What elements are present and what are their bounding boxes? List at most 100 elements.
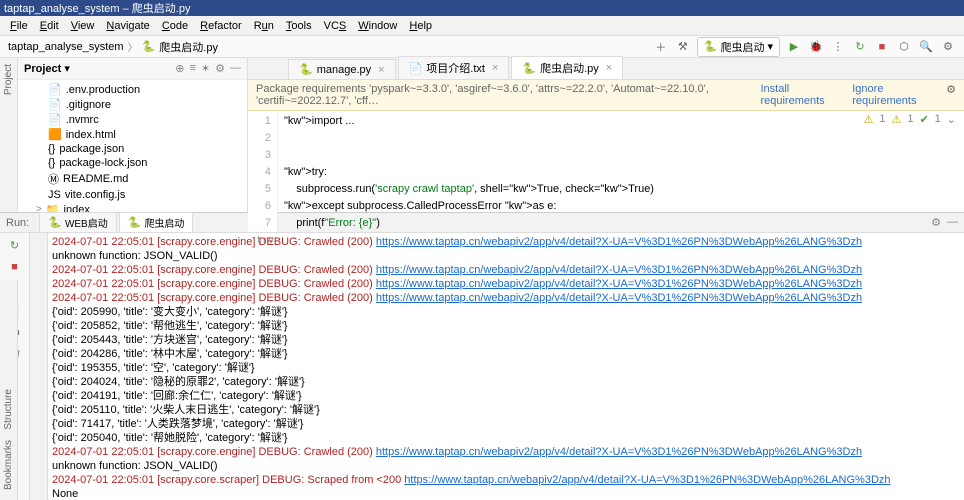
run-tab[interactable]: 🐍WEB启动: [39, 212, 116, 233]
console-line: {'oid': 205110, 'title': '火柴人末日逃生', 'cat…: [52, 403, 960, 417]
url-link[interactable]: https://www.taptap.cn/webapiv2/app/v4/de…: [376, 264, 862, 276]
url-link[interactable]: https://www.taptap.cn/webapiv2/app/v4/de…: [404, 474, 890, 486]
url-link[interactable]: https://www.taptap.cn/webapiv2/app/v4/de…: [376, 446, 862, 458]
py-icon: 🐍: [299, 63, 313, 76]
project-pane: Project ▾ ⊕ ≡ ✶ ⚙ — 📄.env.production📄.gi…: [18, 58, 248, 212]
breadcrumb-project[interactable]: taptap_analyse_system: [8, 41, 124, 53]
menu-run[interactable]: Run: [248, 20, 280, 32]
console-line: {'oid': 204191, 'title': '回廊:余仁仁', 'cate…: [52, 389, 960, 403]
expand-icon[interactable]: ≡: [189, 62, 195, 75]
run-tab[interactable]: 🐍爬虫启动: [119, 212, 194, 233]
ignore-requirements-link[interactable]: Ignore requirements: [852, 83, 936, 107]
menu-file[interactable]: File: [4, 20, 34, 32]
settings-icon[interactable]: ⚙: [215, 62, 225, 75]
console-line: {'oid': 71417, 'title': '人类跌落梦境', 'categ…: [52, 417, 960, 431]
chevron-right-icon: 〉: [128, 39, 138, 54]
console-line: unknown function: JSON_VALID(): [52, 459, 960, 473]
run-config-selector[interactable]: 🐍 爬虫启动 ▾: [697, 37, 780, 57]
project-tool-tab[interactable]: Project: [3, 64, 14, 95]
menu-edit[interactable]: Edit: [34, 20, 65, 32]
python-icon: 🐍: [128, 216, 142, 229]
close-icon[interactable]: ×: [606, 62, 612, 74]
console-line: 2024-07-01 22:05:01 [scrapy.core.engine]…: [52, 277, 960, 291]
menu-help[interactable]: Help: [403, 20, 438, 32]
more-run-icon[interactable]: ⋮: [830, 39, 846, 55]
search-icon[interactable]: 🔍: [918, 39, 934, 55]
editor-tab[interactable]: 📄项目介绍.txt×: [398, 56, 510, 79]
warning-icon: ⚠: [863, 113, 873, 126]
debug-button[interactable]: 🐞: [808, 39, 824, 55]
menu-vcs[interactable]: VCS: [318, 20, 353, 32]
git-icon[interactable]: ⬡: [896, 39, 912, 55]
project-header: Project ▾: [24, 62, 70, 75]
select-opened-icon[interactable]: ⊕: [175, 62, 184, 75]
chevron-up-icon: ⌄: [947, 113, 956, 126]
structure-tool-tab[interactable]: Structure: [3, 389, 14, 430]
menu-tools[interactable]: Tools: [280, 20, 318, 32]
run-label: Run:: [6, 217, 29, 229]
stop-button[interactable]: ■: [7, 259, 23, 275]
file-icon: 📄: [48, 83, 62, 96]
console-line: 2024-07-01 22:05:01 [scrapy.core.engine]…: [52, 235, 960, 249]
python-icon: 🐍: [48, 216, 62, 229]
chevron-down-icon: ▾: [767, 40, 773, 53]
console-line: 2024-07-01 22:05:01 [scrapy.core.engine]…: [52, 263, 960, 277]
editor-tab[interactable]: 🐍爬虫启动.py×: [511, 56, 623, 79]
url-link[interactable]: https://www.taptap.cn/webapiv2/app/v4/de…: [376, 292, 862, 304]
run-button[interactable]: ▶: [786, 39, 802, 55]
console-line: {'oid': 204024, 'title': '隐秘的原罪2', 'cate…: [52, 375, 960, 389]
close-icon[interactable]: ×: [492, 62, 498, 74]
tree-item[interactable]: JSvite.config.js: [18, 188, 247, 202]
tree-item[interactable]: ⓂREADME.md: [18, 170, 247, 188]
menu-view[interactable]: View: [65, 20, 101, 32]
code-editor[interactable]: 1234567 "kw">import ... "kw">try: subpro…: [248, 111, 964, 232]
menu-window[interactable]: Window: [352, 20, 403, 32]
console-output[interactable]: 2024-07-01 22:05:01 [scrapy.core.engine]…: [48, 233, 964, 500]
stop-button[interactable]: ■: [874, 39, 890, 55]
tree-item[interactable]: 📄.env.production: [18, 82, 247, 97]
menubar: File Edit View Navigate Code Refactor Ru…: [0, 16, 964, 36]
code-lines[interactable]: "kw">import ... "kw">try: subprocess.run…: [278, 111, 964, 232]
python-icon: 🐍: [704, 40, 718, 53]
run-sidebar2: [30, 233, 48, 500]
banner-text: Package requirements 'pyspark~=3.3.0', '…: [256, 83, 760, 107]
url-link[interactable]: https://www.taptap.cn/webapiv2/app/v4/de…: [376, 236, 862, 248]
menu-refactor[interactable]: Refactor: [194, 20, 248, 32]
python-icon: 🐍: [142, 40, 156, 53]
editor-tabs: 🐍manage.py×📄项目介绍.txt×🐍爬虫启动.py×: [248, 58, 964, 80]
left-tool-strip: Project: [0, 58, 18, 212]
console-line: unknown function: JSON_VALID(): [52, 249, 960, 263]
project-tree[interactable]: 📄.env.production📄.gitignore📄.nvmrc🟧index…: [18, 80, 247, 212]
editor-tab[interactable]: 🐍manage.py×: [288, 59, 396, 79]
titlebar: taptap_analyse_system – 爬虫启动.py: [0, 0, 964, 16]
menu-code[interactable]: Code: [156, 20, 194, 32]
tree-item[interactable]: >📁index: [18, 202, 247, 212]
tree-item[interactable]: 🟧index.html: [18, 127, 247, 142]
weak-warning-icon: ⚠: [891, 113, 901, 126]
settings-icon[interactable]: ⚙: [946, 83, 956, 107]
html-icon: 🟧: [48, 128, 62, 141]
breadcrumb-file[interactable]: 爬虫启动.py: [159, 39, 218, 55]
menu-navigate[interactable]: Navigate: [100, 20, 155, 32]
install-requirements-link[interactable]: Install requirements: [760, 83, 842, 107]
tree-item[interactable]: 📄.nvmrc: [18, 112, 247, 127]
settings-icon[interactable]: ⚙: [940, 39, 956, 55]
tree-item[interactable]: 📄.gitignore: [18, 97, 247, 112]
hide-icon[interactable]: —: [230, 62, 241, 75]
inspection-indicators[interactable]: ⚠1 ⚠1 ✔1 ⌄: [863, 113, 956, 126]
url-link[interactable]: https://www.taptap.cn/webapiv2/app/v4/de…: [376, 278, 862, 290]
bookmarks-tool-tab[interactable]: Bookmarks: [3, 440, 14, 490]
console-line: {'oid': 204286, 'title': '林中木屋', 'catego…: [52, 347, 960, 361]
add-button[interactable]: ＋: [653, 39, 669, 55]
py-icon: 🐍: [522, 62, 536, 75]
rerun-button[interactable]: ↻: [7, 237, 23, 253]
collapse-icon[interactable]: ✶: [201, 62, 210, 75]
tree-item[interactable]: {}package.json: [18, 142, 247, 156]
console-line: None: [52, 487, 960, 500]
rerun-button[interactable]: ↻: [852, 39, 868, 55]
tree-item[interactable]: {}package-lock.json: [18, 156, 247, 170]
hammer-icon[interactable]: ⚒: [675, 39, 691, 55]
close-icon[interactable]: ×: [378, 64, 384, 76]
console-line: {'oid': 195355, 'title': '空', 'category'…: [52, 361, 960, 375]
breadcrumb-bar: taptap_analyse_system 〉 🐍 爬虫启动.py ＋ ⚒ 🐍 …: [0, 36, 964, 58]
